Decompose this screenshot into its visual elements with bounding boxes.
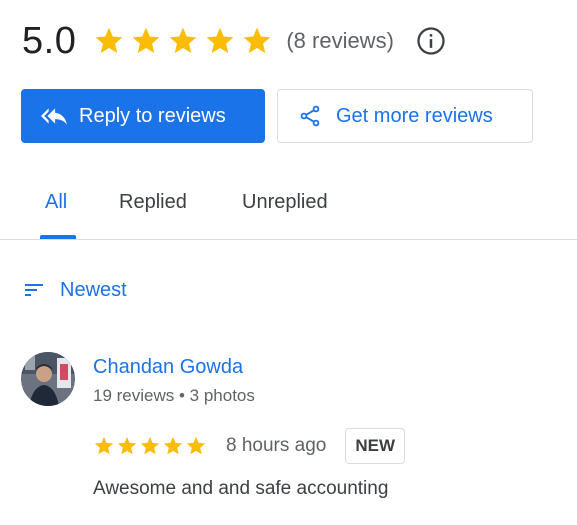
- review-filter-tabs: All Replied Unreplied: [0, 171, 577, 240]
- avatar[interactable]: [21, 352, 75, 406]
- info-icon[interactable]: [416, 26, 446, 56]
- get-more-reviews-button[interactable]: Get more reviews: [277, 89, 533, 143]
- star-icon: [140, 436, 160, 455]
- active-tab-indicator: [40, 235, 76, 239]
- reply-all-icon: [41, 108, 67, 125]
- star-icon: [243, 27, 271, 53]
- reply-to-reviews-button[interactable]: Reply to reviews: [21, 89, 265, 143]
- review-time: 8 hours ago: [226, 435, 327, 456]
- tab-unreplied[interactable]: Unreplied: [242, 191, 328, 214]
- tab-all[interactable]: All: [45, 191, 67, 214]
- rating-summary: 5.0 (8 reviews): [22, 18, 446, 64]
- rating-value: 5.0: [22, 20, 77, 62]
- avatar-image: [21, 352, 75, 406]
- share-icon: [300, 105, 320, 127]
- star-icon: [132, 27, 160, 53]
- review-count: (8 reviews): [286, 28, 394, 53]
- review-stars: [93, 435, 207, 457]
- star-icon: [206, 27, 234, 53]
- tab-replied[interactable]: Replied: [119, 191, 187, 214]
- star-icon: [95, 27, 123, 53]
- review-rating-line: 8 hours ago NEW: [93, 428, 406, 464]
- reply-to-reviews-label: Reply to reviews: [79, 104, 226, 127]
- new-badge: NEW: [345, 428, 406, 464]
- star-icon: [186, 436, 206, 455]
- sort-button[interactable]: Newest: [22, 278, 127, 302]
- sort-icon: [25, 284, 43, 296]
- sort-label: Newest: [60, 278, 127, 301]
- reviewer-meta: 19 reviews • 3 photos: [93, 386, 255, 405]
- star-icon: [169, 27, 197, 53]
- get-more-reviews-label: Get more reviews: [336, 104, 493, 127]
- reviewer-name[interactable]: Chandan Gowda: [93, 356, 243, 379]
- star-icon: [163, 436, 183, 455]
- review-text: Awesome and and safe accounting: [93, 478, 389, 499]
- rating-stars: [93, 25, 273, 57]
- star-icon: [117, 436, 137, 455]
- action-buttons: Reply to reviews Get more reviews: [21, 89, 533, 143]
- star-icon: [94, 436, 114, 455]
